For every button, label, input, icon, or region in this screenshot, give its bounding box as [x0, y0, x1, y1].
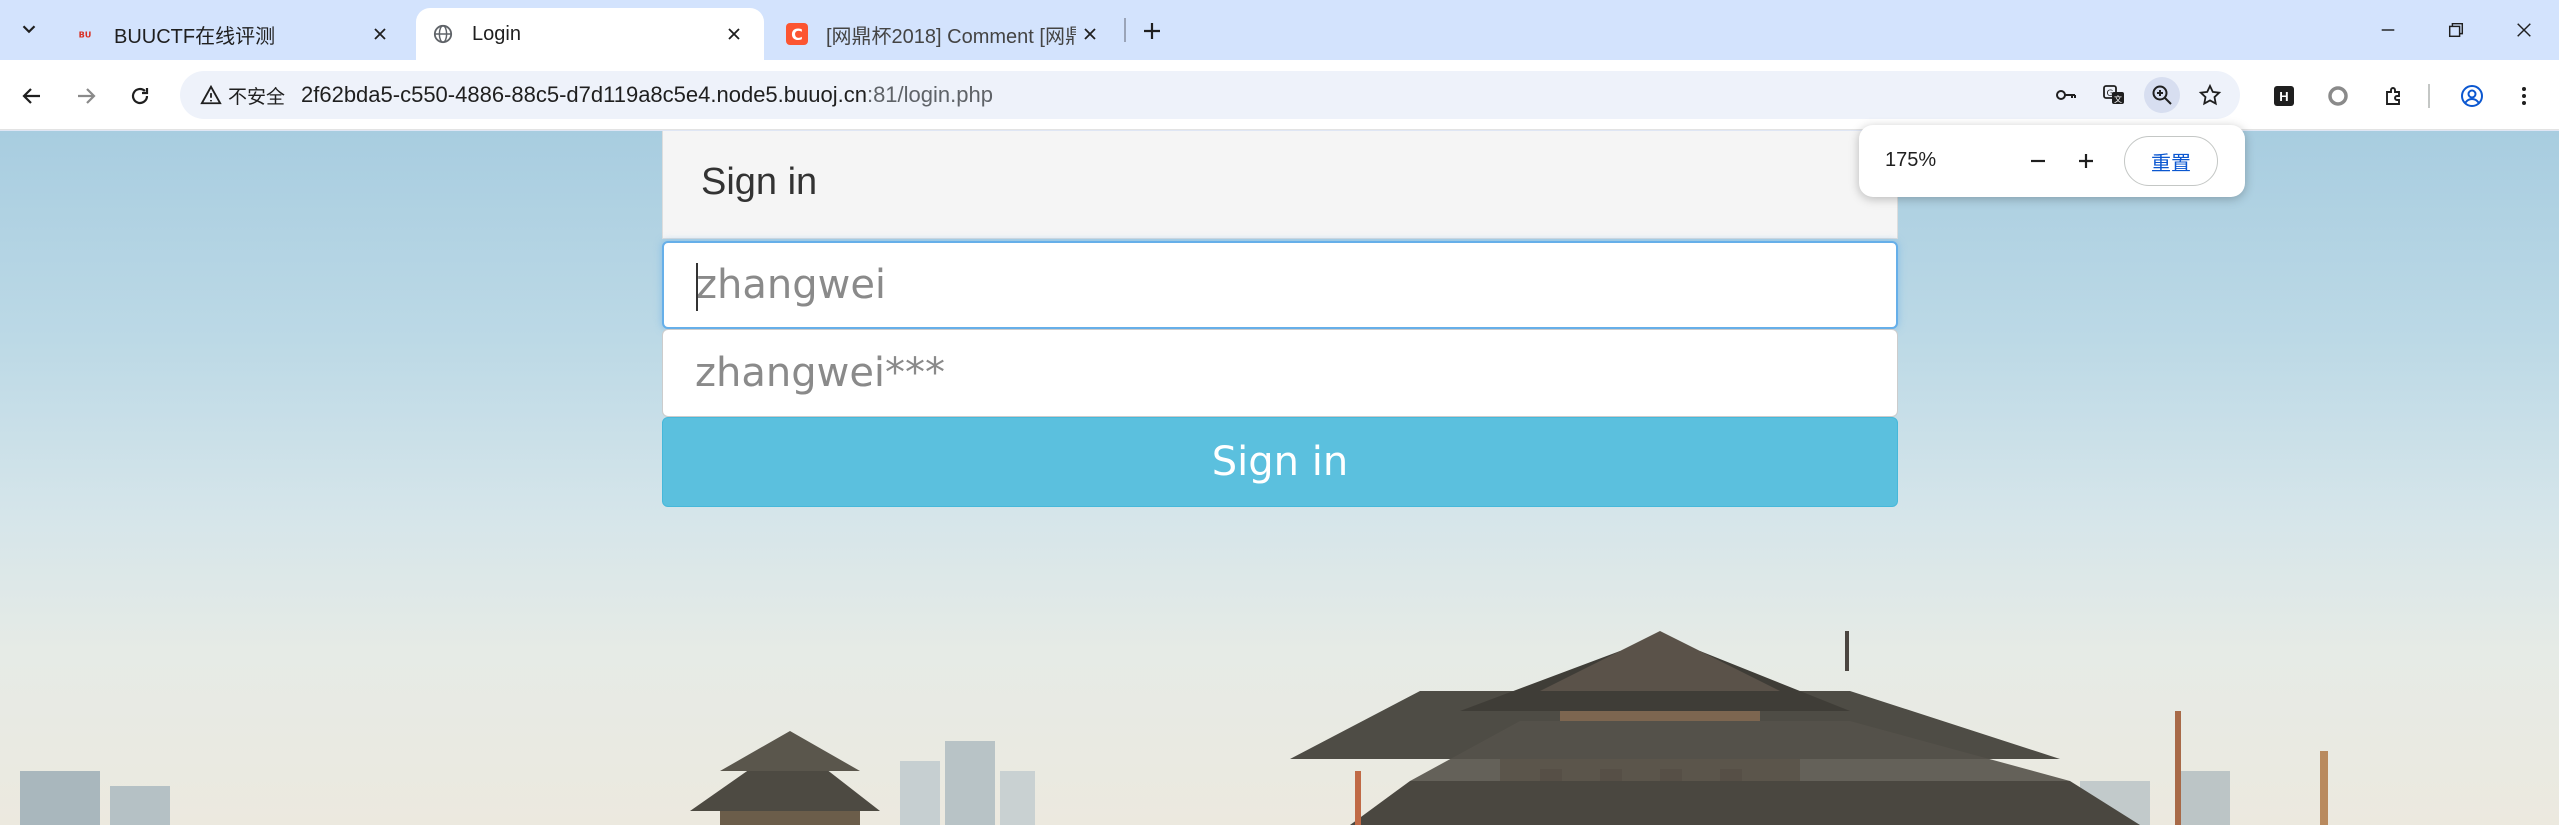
restore-icon	[2448, 22, 2464, 38]
tab-login[interactable]: Login	[416, 8, 764, 60]
close-window-button[interactable]	[2494, 10, 2554, 50]
star-icon	[2198, 83, 2222, 106]
profile-button[interactable]	[2452, 76, 2492, 116]
minus-icon	[2031, 159, 2045, 163]
back-button[interactable]	[12, 76, 52, 116]
reload-icon	[131, 87, 149, 105]
browser-toolbar: 不安全 2f62bda5-c550-4886-88c5-d7d119a8c5e4…	[0, 60, 2559, 130]
minimize-button[interactable]	[2358, 10, 2418, 50]
security-chip[interactable]: 不安全	[190, 77, 295, 113]
tab-separator	[1124, 18, 1126, 42]
password-field[interactable]	[662, 329, 1898, 417]
arrow-right-icon	[78, 88, 96, 104]
text-caret	[696, 263, 698, 311]
warning-icon	[200, 84, 222, 105]
restore-button[interactable]	[2426, 10, 2486, 50]
circle-extension-icon	[2328, 86, 2348, 106]
tab-title: BUUCTF在线评测	[114, 25, 276, 48]
profile-avatar-icon	[2461, 85, 2483, 107]
globe-icon	[432, 23, 454, 45]
new-tab-button[interactable]	[1132, 14, 1172, 48]
chevron-down-icon	[22, 25, 36, 34]
forward-button[interactable]	[66, 76, 106, 116]
url-text[interactable]: 2f62bda5-c550-4886-88c5-d7d119a8c5e4.nod…	[301, 82, 993, 108]
plus-icon	[2079, 154, 2093, 168]
puzzle-icon	[2386, 87, 2400, 105]
toolbar-divider	[2428, 84, 2430, 108]
zoom-indicator-button[interactable]	[2144, 77, 2180, 113]
username-field[interactable]	[662, 241, 1898, 329]
bookmark-star-button[interactable]	[2192, 77, 2228, 113]
buuctf-logo-icon: BU	[74, 23, 96, 45]
tab-close-button[interactable]	[366, 20, 394, 48]
extensions-button[interactable]	[2374, 76, 2414, 116]
tab-buuctf[interactable]: BU BUUCTF在线评测	[58, 8, 410, 60]
tab-close-button[interactable]	[1076, 20, 1104, 48]
plus-icon	[1144, 23, 1160, 39]
tab-title: [网鼎杯2018] Comment [网鼎	[826, 25, 1076, 48]
more-vertical-icon	[2522, 87, 2526, 105]
username-input[interactable]	[664, 243, 1896, 327]
tab-search-button[interactable]	[10, 13, 48, 45]
security-label: 不安全	[228, 86, 286, 108]
menu-button[interactable]	[2504, 76, 2544, 116]
svg-text:BU: BU	[79, 30, 92, 40]
reload-button[interactable]	[120, 76, 160, 116]
minimize-icon	[2381, 29, 2395, 31]
translate-button[interactable]: G文	[2096, 77, 2132, 113]
close-icon	[1084, 28, 1096, 40]
zoom-out-button[interactable]	[2020, 143, 2056, 179]
tab-strip: BU BUUCTF在线评测 Login C [网鼎杯2018] Comment …	[0, 0, 2559, 60]
login-panel: Sign in Sign in	[662, 131, 1898, 507]
close-icon	[374, 28, 386, 40]
password-input[interactable]	[663, 330, 1897, 416]
tab-comment[interactable]: C [网鼎杯2018] Comment [网鼎	[770, 8, 1120, 60]
svg-text:文: 文	[2114, 94, 2122, 104]
zoom-in-button[interactable]	[2068, 143, 2104, 179]
arrow-left-icon	[22, 88, 40, 104]
tab-close-button[interactable]	[720, 20, 748, 48]
panel-title: Sign in	[701, 161, 818, 203]
zoom-level-text: 175%	[1885, 149, 1937, 171]
zoom-in-icon	[2152, 85, 2172, 105]
translate-icon: G文	[2103, 85, 2124, 104]
extension-circle-button[interactable]	[2318, 76, 2358, 116]
address-bar[interactable]: 不安全 2f62bda5-c550-4886-88c5-d7d119a8c5e4…	[180, 71, 2240, 119]
url-host: 2f62bda5-c550-4886-88c5-d7d119a8c5e4.nod…	[301, 82, 867, 107]
svg-text:C: C	[791, 25, 803, 44]
page-content: Sign in Sign in	[0, 131, 2559, 825]
close-icon	[2517, 23, 2531, 37]
panel-heading: Sign in	[662, 131, 1898, 239]
extension-h-button[interactable]: H	[2264, 76, 2304, 116]
zoom-reset-button[interactable]: 重置	[2124, 136, 2218, 186]
password-key-button[interactable]	[2048, 77, 2084, 113]
extension-h-icon: H	[2274, 86, 2294, 106]
zoom-popup: 175% 重置	[1859, 125, 2245, 197]
close-icon	[728, 28, 740, 40]
sign-in-button[interactable]: Sign in	[662, 417, 1898, 507]
tab-title: Login	[472, 22, 521, 45]
csdn-logo-icon: C	[786, 23, 808, 45]
url-path: :81/login.php	[866, 82, 993, 107]
key-icon	[2056, 90, 2076, 100]
